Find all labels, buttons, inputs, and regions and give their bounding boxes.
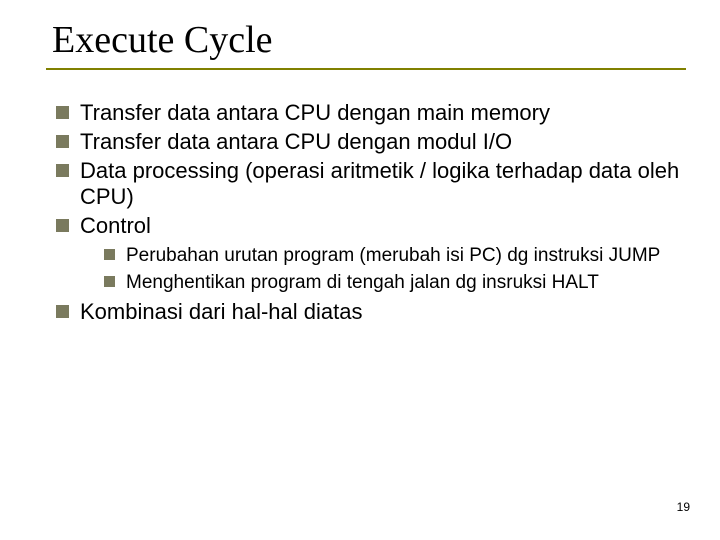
list-item: Transfer data antara CPU dengan modul I/… xyxy=(56,129,680,156)
list-item: Menghentikan program di tengah jalan dg … xyxy=(104,271,680,295)
list-item-text: Menghentikan program di tengah jalan dg … xyxy=(126,272,599,293)
slide-title: Execute Cycle xyxy=(52,18,680,62)
slide: Execute Cycle Transfer data antara CPU d… xyxy=(0,0,720,540)
list-item: Perubahan urutan program (merubah isi PC… xyxy=(104,244,680,268)
list-item: Kombinasi dari hal-hal diatas xyxy=(56,299,680,326)
list-item-text: Transfer data antara CPU dengan main mem… xyxy=(80,100,550,125)
list-item-text: Data processing (operasi aritmetik / log… xyxy=(80,158,679,210)
list-item: Transfer data antara CPU dengan main mem… xyxy=(56,100,680,127)
list-item-text: Transfer data antara CPU dengan modul I/… xyxy=(80,129,512,154)
list-item-text: Perubahan urutan program (merubah isi PC… xyxy=(126,245,660,266)
list-item-text: Kombinasi dari hal-hal diatas xyxy=(80,299,363,324)
list-item: Data processing (operasi aritmetik / log… xyxy=(56,158,680,212)
bullet-list: Transfer data antara CPU dengan main mem… xyxy=(56,100,680,325)
list-item-text: Control xyxy=(80,213,151,238)
page-number: 19 xyxy=(677,500,690,514)
list-item: Control Perubahan urutan program (meruba… xyxy=(56,213,680,294)
sub-bullet-list: Perubahan urutan program (merubah isi PC… xyxy=(104,244,680,295)
title-rule xyxy=(46,68,686,70)
